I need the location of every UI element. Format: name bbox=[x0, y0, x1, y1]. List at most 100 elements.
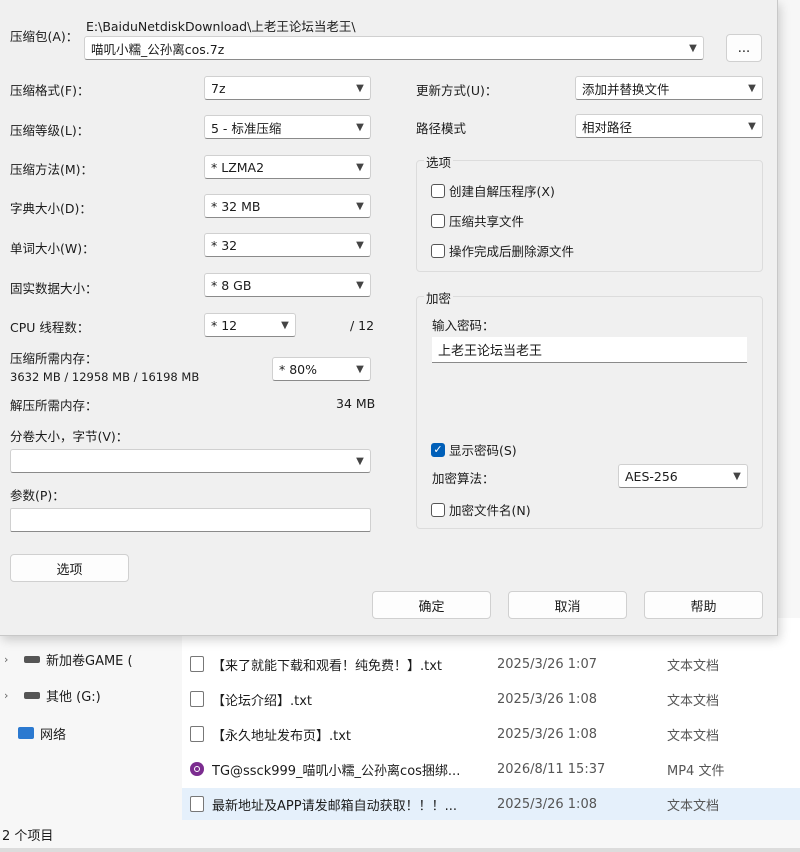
chevron-down-icon[interactable]: ▼ bbox=[350, 162, 370, 173]
add-to-archive-dialog: 压缩包(A)： E:\BaiduNetdiskDownload\上老王论坛当老王… bbox=[0, 0, 778, 636]
file-type: 文本文档 bbox=[667, 658, 720, 674]
level-value: 5 - 标准压缩 bbox=[211, 120, 282, 136]
chevron-down-icon[interactable]: ▼ bbox=[350, 122, 370, 133]
mem-comp-label: 压缩所需内存： bbox=[10, 351, 98, 366]
method-select[interactable]: * LZMA2 ▼ bbox=[204, 155, 371, 179]
text-file-icon bbox=[190, 691, 204, 707]
file-name: TG@ssck999_喵叽小糯_公孙离cos捆绑... bbox=[212, 763, 461, 779]
shared-label: 压缩共享文件 bbox=[449, 214, 525, 229]
level-label: 压缩等级(L)： bbox=[10, 123, 90, 138]
update-label: 更新方式(U)： bbox=[416, 83, 498, 98]
nav-item-network[interactable]: 网络 bbox=[4, 721, 66, 745]
dict-select[interactable]: * 32 MB ▼ bbox=[204, 194, 371, 218]
checkbox-icon[interactable] bbox=[431, 183, 445, 198]
params-label: 参数(P)： bbox=[10, 488, 65, 503]
solid-select[interactable]: * 8 GB ▼ bbox=[204, 273, 371, 297]
chevron-down-icon[interactable]: ▼ bbox=[350, 83, 370, 94]
file-list: 【来了就能下载和观看！纯免费！】.txt 2025/3/26 1:07 文本文档… bbox=[182, 618, 800, 820]
enc-method-value: AES-256 bbox=[625, 468, 678, 484]
path-select[interactable]: 相对路径 ▼ bbox=[575, 114, 763, 138]
shared-checkbox[interactable]: 压缩共享文件 bbox=[431, 211, 524, 230]
show-password-checkbox[interactable]: ✓ 显示密码(S) bbox=[431, 440, 517, 459]
chevron-down-icon[interactable]: ▼ bbox=[683, 43, 703, 54]
sfx-label: 创建自解压程序(X) bbox=[449, 184, 555, 199]
encrypt-names-label: 加密文件名(N) bbox=[449, 503, 531, 518]
file-row[interactable]: TG@ssck999_喵叽小糯_公孙离cos捆绑... 2026/8/11 15… bbox=[182, 753, 800, 785]
chevron-down-icon[interactable]: ▼ bbox=[350, 240, 370, 251]
word-select[interactable]: * 32 ▼ bbox=[204, 233, 371, 257]
mem-comp-detail: 3632 MB / 12958 MB / 16198 MB bbox=[10, 370, 200, 384]
network-icon bbox=[18, 727, 34, 739]
dict-label: 字典大小(D)： bbox=[10, 201, 92, 216]
nav-item-label: 网络 bbox=[40, 727, 67, 743]
nav-item-drive-game[interactable]: › 新加卷GAME ( bbox=[4, 647, 133, 671]
mem-percent-select[interactable]: * 80% ▼ bbox=[272, 357, 371, 381]
file-type: 文本文档 bbox=[667, 693, 720, 709]
ok-button[interactable]: 确定 bbox=[372, 591, 491, 619]
password-value: 上老王论坛当老王 bbox=[438, 344, 543, 359]
chevron-down-icon[interactable]: ▼ bbox=[350, 201, 370, 212]
archive-name-combo[interactable]: 喵叽小糯_公孙离cos.7z ▼ bbox=[84, 36, 704, 60]
format-select[interactable]: 7z ▼ bbox=[204, 76, 371, 100]
format-label: 压缩格式(F)： bbox=[10, 83, 90, 98]
divider bbox=[0, 848, 800, 852]
chevron-right-icon[interactable]: › bbox=[4, 689, 18, 702]
archive-path: E:\BaiduNetdiskDownload\上老王论坛当老王\ bbox=[86, 19, 356, 34]
cancel-button[interactable]: 取消 bbox=[508, 591, 627, 619]
cpu-value: * 12 bbox=[211, 317, 238, 333]
enc-method-label: 加密算法： bbox=[432, 471, 495, 486]
show-password-label: 显示密码(S) bbox=[449, 443, 517, 458]
chevron-down-icon[interactable]: ▼ bbox=[275, 320, 295, 331]
archive-label: 压缩包(A)： bbox=[10, 29, 79, 44]
file-name: 【论坛介绍】.txt bbox=[212, 693, 313, 709]
chevron-down-icon[interactable]: ▼ bbox=[350, 456, 370, 467]
method-value: * LZMA2 bbox=[211, 159, 265, 175]
update-select[interactable]: 添加并替换文件 ▼ bbox=[575, 76, 763, 100]
file-date: 2025/3/26 1:08 bbox=[497, 726, 597, 742]
level-select[interactable]: 5 - 标准压缩 ▼ bbox=[204, 115, 371, 139]
password-input[interactable]: 上老王论坛当老王 bbox=[432, 337, 747, 363]
file-type: 文本文档 bbox=[667, 798, 720, 814]
checkmark-icon[interactable]: ✓ bbox=[431, 442, 445, 457]
text-file-icon bbox=[190, 796, 204, 812]
chevron-down-icon[interactable]: ▼ bbox=[350, 364, 370, 375]
chevron-down-icon[interactable]: ▼ bbox=[727, 471, 747, 482]
solid-label: 固实数据大小： bbox=[10, 281, 98, 296]
nav-item-label: 新加卷GAME ( bbox=[46, 653, 133, 669]
enc-method-select[interactable]: AES-256 ▼ bbox=[618, 464, 748, 488]
text-file-icon bbox=[190, 656, 204, 672]
checkbox-icon[interactable] bbox=[431, 502, 445, 517]
split-label: 分卷大小，字节(V)： bbox=[10, 429, 129, 444]
help-button[interactable]: 帮助 bbox=[644, 591, 763, 619]
path-label: 路径模式 bbox=[416, 121, 467, 136]
file-date: 2026/8/11 15:37 bbox=[497, 761, 606, 777]
split-combo[interactable]: ▼ bbox=[10, 449, 371, 473]
file-date: 2025/3/26 1:08 bbox=[497, 796, 597, 812]
file-type: MP4 文件 bbox=[667, 763, 725, 779]
chevron-down-icon[interactable]: ▼ bbox=[742, 83, 762, 94]
chevron-right-icon[interactable]: › bbox=[4, 653, 18, 666]
nav-item-label: 其他 (G:) bbox=[46, 689, 101, 705]
sfx-checkbox[interactable]: 创建自解压程序(X) bbox=[431, 181, 555, 200]
nav-item-drive-g[interactable]: › 其他 (G:) bbox=[4, 683, 101, 707]
file-row[interactable]: 【永久地址发布页】.txt 2025/3/26 1:08 文本文档 bbox=[182, 718, 800, 750]
chevron-down-icon[interactable]: ▼ bbox=[350, 280, 370, 291]
browse-button[interactable]: ... bbox=[726, 34, 762, 62]
options-button[interactable]: 选项 bbox=[10, 554, 129, 582]
item-count: 2 个项目 bbox=[2, 828, 54, 844]
options-group-title: 选项 bbox=[424, 152, 454, 171]
word-value: * 32 bbox=[211, 237, 238, 253]
solid-value: * 8 GB bbox=[211, 277, 252, 293]
delete-source-label: 操作完成后删除源文件 bbox=[449, 244, 575, 259]
mem-decomp-value: 34 MB bbox=[336, 396, 376, 411]
cpu-select[interactable]: * 12 ▼ bbox=[204, 313, 296, 337]
file-row[interactable]: 【来了就能下载和观看！纯免费！】.txt 2025/3/26 1:07 文本文档 bbox=[182, 648, 800, 680]
params-input[interactable] bbox=[10, 508, 371, 532]
file-row[interactable]: 最新地址及APP请发邮箱自动获取！！！... 2025/3/26 1:08 文本… bbox=[182, 788, 800, 820]
checkbox-icon[interactable] bbox=[431, 243, 445, 258]
chevron-down-icon[interactable]: ▼ bbox=[742, 121, 762, 132]
delete-source-checkbox[interactable]: 操作完成后删除源文件 bbox=[431, 241, 574, 260]
checkbox-icon[interactable] bbox=[431, 213, 445, 228]
file-row[interactable]: 【论坛介绍】.txt 2025/3/26 1:08 文本文档 bbox=[182, 683, 800, 715]
encrypt-names-checkbox[interactable]: 加密文件名(N) bbox=[431, 500, 531, 519]
